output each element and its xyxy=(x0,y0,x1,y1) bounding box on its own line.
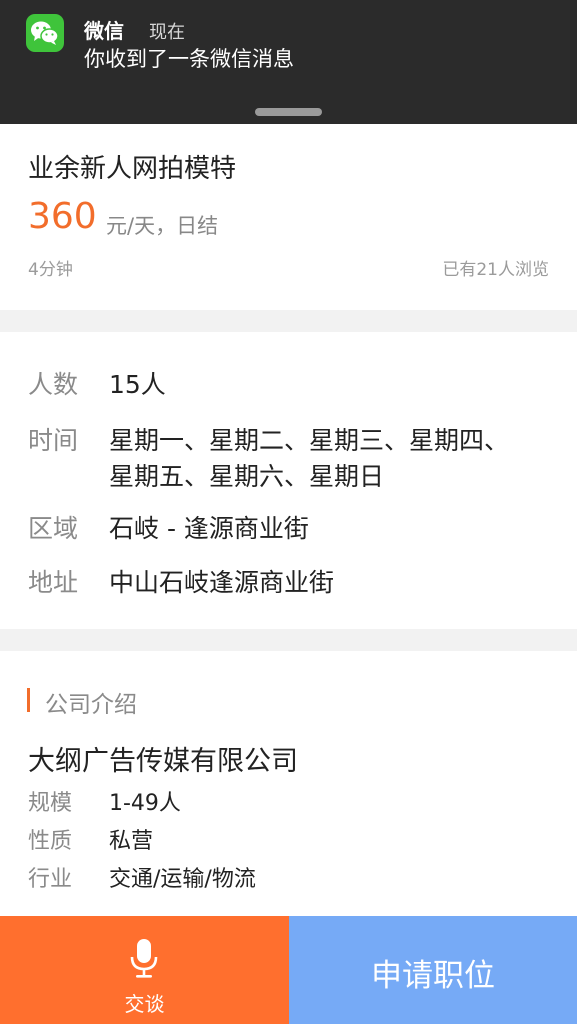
salary-unit: 元/天，日结 xyxy=(106,214,219,238)
headcount-label: 人数 xyxy=(28,370,79,399)
area-value: 石岐 - 逢源商业街 xyxy=(109,514,309,543)
notification-time: 现在 xyxy=(149,22,185,43)
area-label: 区域 xyxy=(28,514,79,543)
job-details-card: 人数 15人 时间 星期一、星期二、星期三、星期四、星期五、星期六、星期日 区域… xyxy=(0,332,577,629)
company-industry-value: 交通/运输/物流 xyxy=(109,867,256,892)
microphone-icon xyxy=(130,939,158,978)
view-count: 已有21人浏览 xyxy=(442,260,549,280)
job-title: 业余新人网拍模特 xyxy=(28,154,237,184)
chat-button-label: 交谈 xyxy=(124,992,165,1016)
notification-app-name: 微信 xyxy=(84,19,124,43)
chat-button[interactable]: 交谈 xyxy=(0,916,289,1024)
salary-amount: 360 xyxy=(28,196,97,237)
address-value: 中山石岐逢源商业街 xyxy=(109,568,335,597)
job-summary-card: 业余新人网拍模特 360 元/天，日结 4分钟 已有21人浏览 xyxy=(0,124,577,310)
section-accent-bar xyxy=(27,688,30,712)
apply-button[interactable]: 申请职位 xyxy=(289,916,577,1024)
company-size-value: 1-49人 xyxy=(109,791,181,816)
company-type-value: 私营 xyxy=(109,829,154,854)
notification-drag-handle[interactable] xyxy=(255,108,322,116)
company-section-title: 公司介绍 xyxy=(45,692,137,718)
time-value: 星期一、星期二、星期三、星期四、星期五、星期六、星期日 xyxy=(109,426,510,491)
posted-time: 4分钟 xyxy=(28,260,73,280)
company-card: 公司介绍 大纲广告传媒有限公司 规模 1-49人 性质 私营 行业 交通/运输/… xyxy=(0,651,577,916)
company-industry-label: 行业 xyxy=(28,867,73,892)
company-name[interactable]: 大纲广告传媒有限公司 xyxy=(28,739,298,778)
apply-button-label: 申请职位 xyxy=(371,958,495,994)
address-label: 地址 xyxy=(28,568,79,597)
notification-banner[interactable]: 微信 现在 你收到了一条微信消息 xyxy=(0,0,577,124)
company-type-label: 性质 xyxy=(28,829,73,854)
time-label: 时间 xyxy=(28,426,79,455)
headcount-value: 15人 xyxy=(109,370,166,399)
company-size-label: 规模 xyxy=(28,791,73,816)
wechat-icon xyxy=(26,14,64,52)
notification-message: 你收到了一条微信消息 xyxy=(84,47,294,71)
